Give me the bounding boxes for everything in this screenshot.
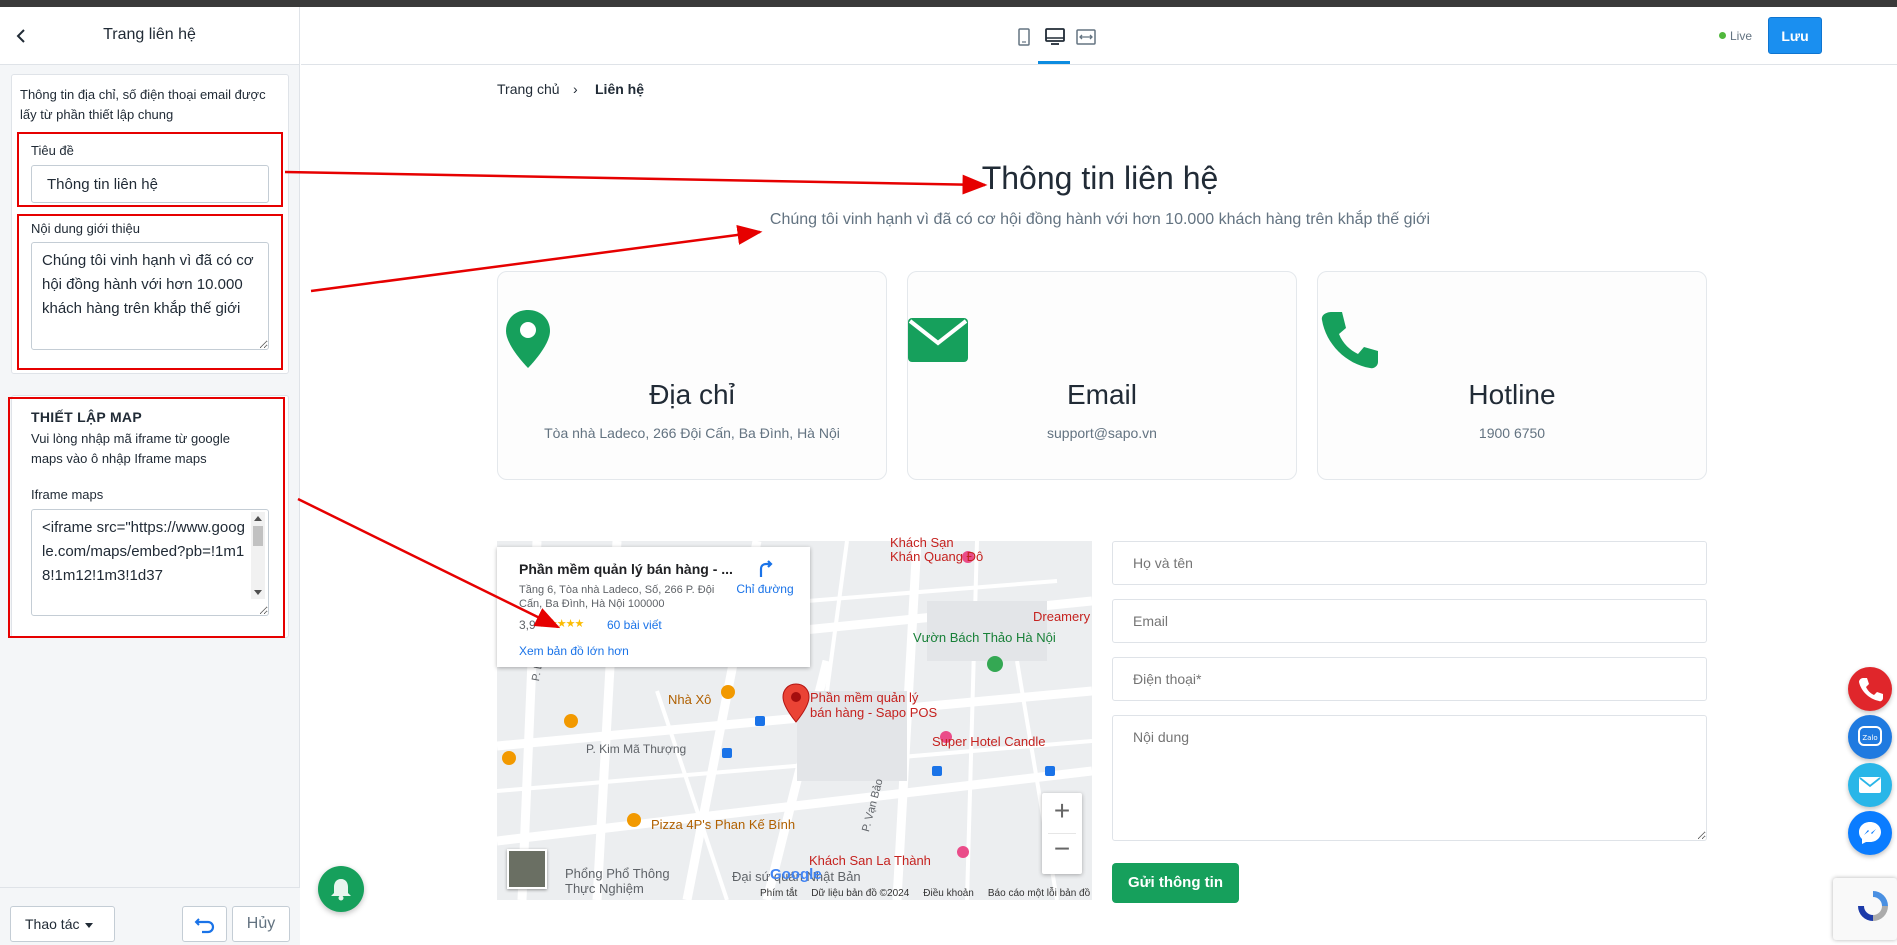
- live-status-label: Live: [1730, 29, 1753, 43]
- breadcrumb-separator: ›: [573, 81, 578, 97]
- phone-icon: [1859, 678, 1883, 702]
- page-title: Thông tin liên hệ: [981, 160, 1219, 196]
- directions-label: Chỉ đường: [736, 582, 794, 596]
- zoom-in-button[interactable]: +: [1042, 795, 1082, 835]
- annotation-box-title: [17, 132, 283, 207]
- mobile-view-icon[interactable]: [1017, 28, 1031, 46]
- map-label-super-hotel: Super Hotel Candle: [932, 734, 1046, 749]
- map-label-nha-xo: Nhà Xô: [668, 692, 712, 707]
- breadcrumb-current: Liên hệ: [595, 81, 645, 97]
- address-card-detail: Tòa nhà Ladeco, 266 Đội Cấn, Ba Đình, Hà…: [544, 425, 840, 441]
- rating-stars-icon: ★★★★★: [539, 618, 584, 630]
- message-field[interactable]: [1112, 715, 1707, 841]
- google-logo: Google: [770, 866, 822, 883]
- active-view-indicator: [1038, 61, 1070, 64]
- map-footer: Phím tắt Dữ liệu bản đồ ©2024 Điều khoản Bá…: [760, 888, 1104, 899]
- email-card-title: Email: [1066, 379, 1137, 410]
- call-fab[interactable]: [1848, 667, 1892, 711]
- directions-icon: [759, 560, 773, 577]
- zalo-fab[interactable]: Zalo: [1848, 715, 1892, 759]
- live-status-dot: [1719, 32, 1726, 39]
- undo-icon: [194, 918, 215, 934]
- hotline-card: Hotline 1900 6750: [1317, 271, 1707, 480]
- place-rating: 3,9: [519, 618, 536, 632]
- map-label-hotel-khan: Khách Sạn Khán Quang Đô: [890, 535, 984, 564]
- bell-icon: [331, 879, 351, 901]
- actions-dropdown-label: Thao tác: [25, 916, 80, 932]
- messenger-icon: [1859, 822, 1881, 844]
- email-card: Email support@sapo.vn: [907, 271, 1297, 480]
- phone-icon: [1321, 312, 1378, 369]
- zalo-icon: Zalo: [1858, 726, 1882, 746]
- recaptcha-icon: [1858, 891, 1888, 921]
- zalo-label: Zalo: [1862, 734, 1877, 742]
- editor-topbar: [301, 7, 1897, 65]
- map-label-vuon-bach-thao: Vườn Bách Thảo Hà Nội: [913, 630, 1056, 645]
- place-address: Tầng 6, Tòa nhà Ladeco, Số, 266 P. Đội C…: [519, 584, 715, 610]
- page-subtitle: Chúng tôi vinh hạnh vì đã có cơ hội đồng…: [769, 211, 1431, 228]
- address-card: Địa chỉ Tòa nhà Ladeco, 266 Đội Cấn, Ba …: [497, 271, 887, 480]
- place-title: Phần mềm quản lý bán hàng - ...: [519, 561, 733, 577]
- save-button[interactable]: Lưu: [1768, 17, 1822, 54]
- map-label-pho-thong: Phổng Phổ Thông Thực Nghiệm: [565, 866, 670, 896]
- email-card-detail: support@sapo.vn: [1047, 425, 1157, 441]
- map-footer-terms[interactable]: Điều khoản: [923, 888, 974, 899]
- submit-button[interactable]: Gửi thông tin: [1112, 863, 1239, 903]
- hotline-card-detail: 1900 6750: [1478, 425, 1546, 441]
- fullwidth-view-icon[interactable]: [1076, 29, 1096, 45]
- panel-header: Trang liên hệ: [0, 7, 299, 65]
- address-card-title: Địa chỉ: [649, 379, 735, 410]
- name-field[interactable]: [1112, 541, 1707, 585]
- settings-note: Thông tin địa chỉ, số điện thoại email đ…: [20, 87, 266, 122]
- map-label-kim-ma-thuong: P. Kim Mã Thượng: [586, 742, 687, 756]
- caret-down-icon: [85, 922, 94, 928]
- map-label-ks-la-thanh: Khách San La Thành: [809, 853, 931, 868]
- map-footer-data: Dữ liệu bản đồ ©2024: [811, 888, 910, 899]
- reviews-link[interactable]: 60 bài viết: [607, 618, 662, 632]
- desktop-view-icon[interactable]: [1045, 28, 1065, 46]
- annotation-box-map: [8, 397, 285, 638]
- envelope-icon: [908, 318, 968, 362]
- actions-dropdown[interactable]: Thao tác: [10, 906, 115, 942]
- messenger-fab[interactable]: [1848, 811, 1892, 855]
- map-label-dreamery: Dreamery: [1033, 609, 1091, 624]
- cancel-button[interactable]: Hủy: [232, 906, 290, 942]
- undo-button[interactable]: [182, 906, 227, 942]
- hotline-card-title: Hotline: [1468, 379, 1556, 410]
- recaptcha-badge[interactable]: [1833, 878, 1897, 940]
- email-fab[interactable]: [1848, 763, 1892, 807]
- map-label-pizza: Pizza 4P's Phan Kế Bính: [651, 817, 796, 832]
- notification-bell-button[interactable]: [318, 866, 364, 912]
- directions-link[interactable]: Chỉ đường: [735, 559, 795, 596]
- location-pin-icon: [506, 310, 550, 368]
- zoom-out-button[interactable]: −: [1042, 833, 1082, 873]
- view-larger-map-link[interactable]: Xem bản đồ lớn hơn: [519, 644, 629, 658]
- window-top-strip: [0, 0, 1897, 7]
- map-footer-report[interactable]: Báo cáo một lỗi bản đồ: [988, 888, 1090, 899]
- panel-title: Trang liên hệ: [103, 26, 196, 43]
- breadcrumb-home[interactable]: Trang chủ: [497, 81, 560, 97]
- map-zoom-control: + −: [1042, 793, 1082, 874]
- email-field[interactable]: [1112, 599, 1707, 643]
- phone-field[interactable]: [1112, 657, 1707, 701]
- envelope-icon: [1859, 777, 1881, 793]
- map-footer-shortcuts[interactable]: Phím tắt: [760, 888, 797, 899]
- map-label-sapo-pos[interactable]: Phần mềm quản lý bán hàng - Sapo POS: [810, 690, 937, 720]
- map-place-card: Phần mềm quản lý bán hàng - ... Tầng 6, …: [497, 547, 810, 667]
- map-marker-icon[interactable]: [782, 683, 810, 723]
- annotation-box-intro: [17, 214, 283, 370]
- satellite-toggle[interactable]: [507, 849, 547, 889]
